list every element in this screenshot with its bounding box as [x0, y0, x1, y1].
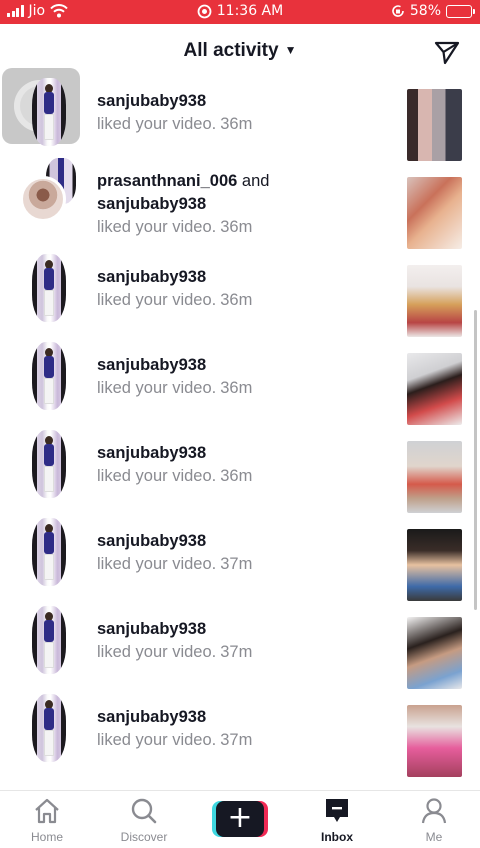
avatar: [20, 176, 66, 222]
activity-time: 37m: [220, 555, 253, 573]
activity-action: liked your video.: [97, 467, 217, 485]
bottom-tab-bar: Home Discover + Inbox Me: [0, 790, 480, 848]
clock: 11:36 AM: [216, 3, 284, 19]
username[interactable]: sanjubaby938: [97, 442, 387, 465]
profile-icon: [421, 798, 447, 824]
username[interactable]: sanjubaby938: [97, 706, 387, 729]
activity-time: 37m: [220, 731, 253, 749]
tab-label: Inbox: [321, 830, 353, 844]
activity-time: 36m: [220, 467, 253, 485]
tab-me[interactable]: Me: [394, 797, 474, 844]
video-thumbnail[interactable]: [407, 441, 462, 513]
tab-discover[interactable]: Discover: [104, 797, 184, 844]
tab-label: Discover: [120, 830, 168, 844]
activity-text: sanjubaby938 liked your video. 36m: [97, 266, 387, 312]
activity-time: 36m: [220, 218, 253, 236]
alarm-icon: [197, 4, 212, 18]
caret-down-icon: ▼: [284, 43, 297, 57]
activity-row[interactable]: sanjubaby938 liked your video. 36m: [0, 68, 480, 161]
activity-action: liked your video.: [97, 115, 217, 133]
activity-action: liked your video.: [97, 643, 217, 661]
username[interactable]: sanjubaby938: [97, 266, 387, 289]
video-thumbnail[interactable]: [407, 353, 462, 425]
username[interactable]: sanjubaby938: [97, 618, 387, 641]
joiner-text: and: [241, 172, 270, 190]
activity-row[interactable]: sanjubaby938 liked your video. 36m: [0, 332, 480, 425]
username[interactable]: sanjubaby938: [97, 354, 387, 377]
activity-action: liked your video.: [97, 218, 217, 236]
activity-filter-dropdown[interactable]: All activity ▼: [0, 40, 480, 62]
activity-action: liked your video.: [97, 731, 217, 749]
activity-text: prasanthnani_006 and sanjubaby938 liked …: [97, 170, 387, 239]
group-avatar[interactable]: [0, 158, 80, 226]
avatar[interactable]: [22, 518, 70, 586]
tab-inbox[interactable]: Inbox: [297, 797, 377, 844]
video-thumbnail[interactable]: [407, 705, 462, 777]
battery-icon: [446, 4, 475, 18]
search-icon: [131, 798, 157, 824]
activity-text: sanjubaby938 liked your video. 36m: [97, 90, 387, 136]
battery-percent: 58%: [409, 3, 441, 19]
username[interactable]: sanjubaby938: [97, 193, 387, 216]
video-thumbnail[interactable]: [407, 529, 462, 601]
video-thumbnail[interactable]: [407, 265, 462, 337]
status-bar: Jio 11:36 AM 58%: [0, 0, 480, 24]
activity-time: 36m: [220, 379, 253, 397]
send-icon[interactable]: [433, 39, 461, 67]
orientation-lock-icon: [392, 5, 404, 17]
activity-action: liked your video.: [97, 555, 217, 573]
activity-row[interactable]: sanjubaby938 liked your video. 36m: [0, 244, 480, 337]
activity-row[interactable]: sanjubaby938 liked your video. 37m: [0, 596, 480, 689]
video-thumbnail[interactable]: [407, 617, 462, 689]
avatar[interactable]: [22, 694, 70, 762]
plus-icon: +: [216, 801, 264, 837]
activity-time: 36m: [220, 115, 253, 133]
video-thumbnail[interactable]: [407, 89, 462, 161]
activity-row[interactable]: prasanthnani_006 and sanjubaby938 liked …: [0, 156, 480, 249]
tab-home[interactable]: Home: [7, 797, 87, 844]
scrollbar[interactable]: [474, 310, 477, 610]
activity-row[interactable]: sanjubaby938 liked your video. 36m: [0, 420, 480, 513]
create-button[interactable]: +: [212, 801, 268, 837]
activity-time: 36m: [220, 291, 253, 309]
status-right: 58%: [391, 3, 475, 19]
avatar[interactable]: [22, 78, 70, 146]
activity-text: sanjubaby938 liked your video. 36m: [97, 442, 387, 488]
activity-row[interactable]: sanjubaby938 liked your video. 37m: [0, 684, 480, 777]
username[interactable]: sanjubaby938: [97, 90, 387, 113]
activity-action: liked your video.: [97, 379, 217, 397]
activity-row[interactable]: sanjubaby938 liked your video. 37m: [0, 508, 480, 601]
activity-text: sanjubaby938 liked your video. 37m: [97, 706, 387, 752]
inbox-icon: [326, 799, 348, 822]
activity-time: 37m: [220, 643, 253, 661]
activity-text: sanjubaby938 liked your video. 37m: [97, 530, 387, 576]
activity-text: sanjubaby938 liked your video. 37m: [97, 618, 387, 664]
video-thumbnail[interactable]: [407, 177, 462, 249]
activity-text: sanjubaby938 liked your video. 36m: [97, 354, 387, 400]
username[interactable]: prasanthnani_006: [97, 172, 237, 190]
avatar[interactable]: [22, 254, 70, 322]
avatar[interactable]: [22, 606, 70, 674]
tab-label: Home: [30, 830, 63, 844]
page-title: All activity: [183, 40, 279, 61]
avatar[interactable]: [22, 430, 70, 498]
activity-list: sanjubaby938 liked your video. 36m prasan…: [0, 68, 480, 777]
home-icon: [35, 798, 59, 824]
tab-label: Me: [425, 830, 443, 844]
activity-action: liked your video.: [97, 291, 217, 309]
avatar[interactable]: [22, 342, 70, 410]
username[interactable]: sanjubaby938: [97, 530, 387, 553]
